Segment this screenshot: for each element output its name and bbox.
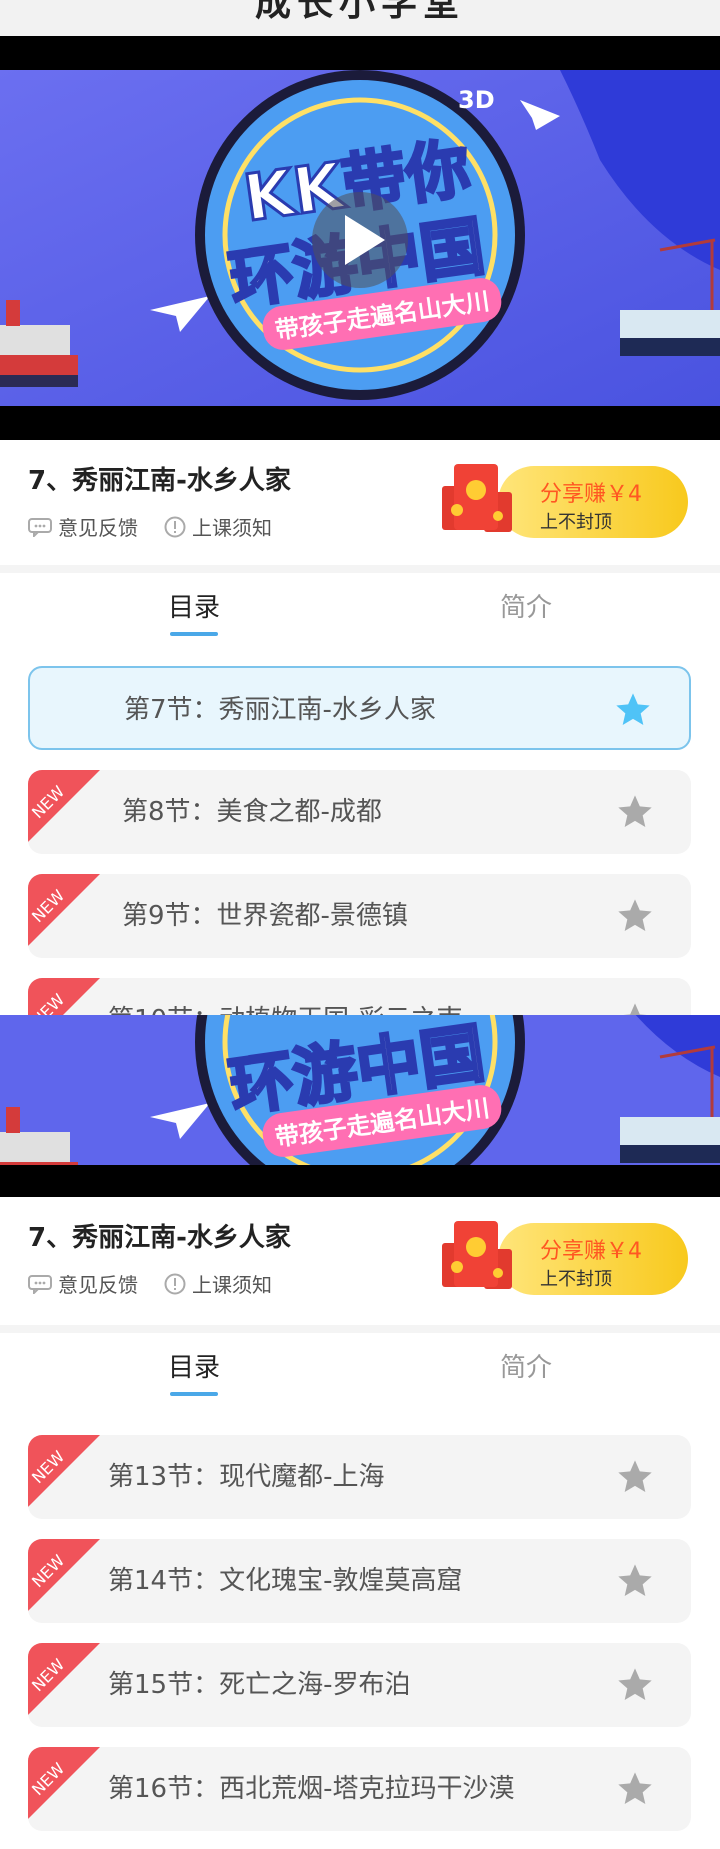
tab-intro[interactable]: 简介 [466, 587, 586, 624]
share-earn-button[interactable]: 分享赚￥4 上不封顶 [428, 1205, 692, 1305]
star-icon[interactable] [615, 896, 655, 936]
share-earn-button[interactable]: 分享赚￥4 上不封顶 [428, 448, 692, 548]
lesson-item[interactable]: NEW 第16节：西北荒烟-塔克拉玛干沙漠 [28, 1747, 691, 1831]
comment-icon [28, 1274, 52, 1294]
tab-catalog[interactable]: 目录 [134, 1347, 254, 1396]
notice-label: 上课须知 [192, 1273, 272, 1297]
share-sub-text: 上不封顶 [540, 512, 612, 533]
tab-catalog-label: 目录 [167, 593, 220, 623]
lesson-title: 第7节：秀丽江南-水乡人家 [124, 695, 436, 725]
new-ribbon: NEW [28, 978, 100, 1015]
notice-link[interactable]: 上课须知 [164, 512, 272, 541]
share-sub-text: 上不封顶 [540, 1269, 612, 1290]
active-tab-indicator [170, 632, 218, 636]
lesson-item[interactable]: NEW 第9节：世界瓷都-景德镇 [28, 874, 691, 958]
lesson-list: 第7节：秀丽江南-水乡人家 NEW 第8节：美食之都-成都 NEW 第9节：世界… [0, 640, 720, 1015]
tab-intro[interactable]: 简介 [466, 1347, 586, 1384]
comment-icon [28, 517, 52, 537]
section-divider [0, 565, 720, 573]
star-icon[interactable] [615, 1561, 655, 1601]
tab-intro-label: 简介 [499, 1353, 552, 1383]
section-divider [0, 1325, 720, 1333]
star-icon[interactable] [615, 792, 655, 832]
course-links: 意见反馈 上课须知 [28, 512, 272, 541]
star-icon[interactable] [613, 690, 653, 730]
lesson-title: 第14节：文化瑰宝-敦煌莫高窟 [108, 1566, 463, 1596]
lesson-title: 第9节：世界瓷都-景德镇 [122, 901, 408, 931]
banner-artwork: KK带你 环游中国 3D 带孩子走遍名山大川 [0, 70, 720, 406]
star-icon[interactable] [615, 1457, 655, 1497]
feedback-link[interactable]: 意见反馈 [28, 1269, 138, 1298]
notice-link[interactable]: 上课须知 [164, 1269, 272, 1298]
share-earn-text: 分享赚￥4 [540, 482, 642, 507]
lesson-title: 第10节：动植物王国-彩云之南 [108, 978, 462, 1015]
lesson-title: 第8节：美食之都-成都 [122, 797, 382, 827]
lesson-title: 第16节：西北荒烟-塔克拉玛干沙漠 [108, 1774, 515, 1804]
lesson-item[interactable]: NEW 第10节：动植物王国-彩云之南 [28, 978, 691, 1015]
lesson-title: 第13节：现代魔都-上海 [108, 1462, 385, 1492]
course-header: 7、秀丽江南-水乡人家 意见反馈 上课须知 分享赚￥4 上不封顶 [0, 440, 720, 565]
new-ribbon: NEW [28, 1539, 100, 1611]
new-ribbon: NEW [28, 874, 100, 946]
lesson-item[interactable]: NEW 第13节：现代魔都-上海 [28, 1435, 691, 1519]
tab-catalog[interactable]: 目录 [134, 587, 254, 636]
star-icon[interactable] [615, 1769, 655, 1809]
active-tab-indicator [170, 1392, 218, 1396]
info-icon [164, 1273, 186, 1294]
feedback-link[interactable]: 意见反馈 [28, 512, 138, 541]
new-ribbon: NEW [28, 770, 100, 842]
lesson-item[interactable]: NEW 第15节：死亡之海-罗布泊 [28, 1643, 691, 1727]
info-icon [164, 516, 186, 537]
course-title: 7、秀丽江南-水乡人家 [28, 466, 291, 496]
tab-bar: 目录 简介 [0, 1333, 720, 1403]
tab-bar: 目录 简介 [0, 573, 720, 643]
lesson-item[interactable]: 第7节：秀丽江南-水乡人家 [28, 666, 691, 750]
share-earn-text: 分享赚￥4 [540, 1239, 642, 1264]
top-nav-bar: 成长小学堂 [0, 0, 720, 36]
course-title: 7、秀丽江南-水乡人家 [28, 1223, 291, 1253]
course-video-banner[interactable]: 环游中国 带孩子走遍名山大川 [0, 1015, 720, 1197]
notice-label: 上课须知 [192, 516, 272, 540]
feedback-label: 意见反馈 [58, 1273, 138, 1297]
red-envelope-icon [442, 1221, 512, 1289]
banner-letterbox [0, 1165, 720, 1197]
lesson-item[interactable]: NEW 第8节：美食之都-成都 [28, 770, 691, 854]
lesson-title: 第15节：死亡之海-罗布泊 [108, 1670, 411, 1700]
tab-intro-label: 简介 [499, 593, 552, 623]
red-envelope-icon [442, 464, 512, 532]
new-ribbon: NEW [28, 1435, 100, 1507]
star-icon[interactable] [615, 1000, 655, 1015]
course-video-banner[interactable]: KK带你 环游中国 3D 带孩子走遍名山大川 [0, 36, 720, 440]
star-icon[interactable] [615, 1665, 655, 1705]
lesson-item[interactable]: NEW 第14节：文化瑰宝-敦煌莫高窟 [28, 1539, 691, 1623]
course-header: 7、秀丽江南-水乡人家 意见反馈 上课须知 分享赚￥4 上不封顶 [0, 1197, 720, 1325]
lesson-list: NEW 第13节：现代魔都-上海 NEW 第14节：文化瑰宝-敦煌莫高窟 NEW… [0, 1403, 720, 1849]
new-ribbon: NEW [28, 1747, 100, 1819]
page-title: 成长小学堂 [254, 0, 465, 24]
tab-catalog-label: 目录 [167, 1353, 220, 1383]
banner-3d-badge: 3D [458, 86, 495, 114]
course-links: 意见反馈 上课须知 [28, 1269, 272, 1298]
feedback-label: 意见反馈 [58, 516, 138, 540]
new-ribbon: NEW [28, 1643, 100, 1715]
